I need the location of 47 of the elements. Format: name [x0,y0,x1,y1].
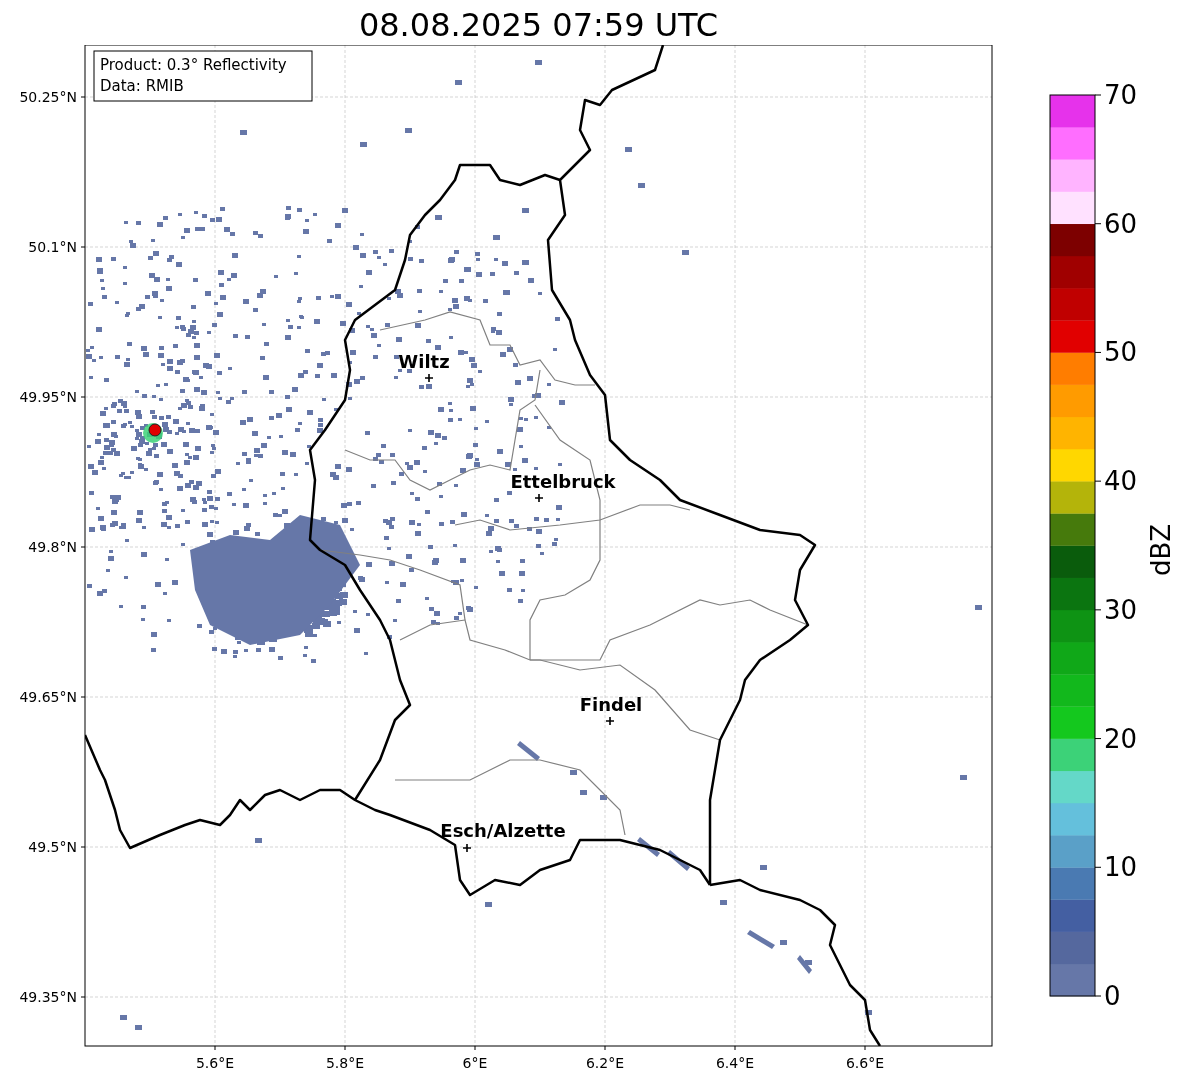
tick-mark [80,696,86,698]
colorbar-tick-label: 0 [1104,981,1121,1011]
info-text: Data: RMIB [100,77,184,95]
city-marker-icon [424,373,434,383]
axis-tick-label: 6.6°E [845,1055,885,1071]
colorbar-tick-label: 50 [1104,337,1138,368]
colorbar-tick-label: 30 [1104,594,1138,625]
axis-tick-label: 49.65°N [19,689,77,705]
axis-tick-label: 49.35°N [19,989,77,1005]
colorbar-tick-label: 70 [1104,80,1138,110]
axis-tick-label: 6.4°E [715,1055,755,1071]
colorbar-tick-label: 10 [1104,852,1138,883]
city-marker-icon [534,493,544,503]
tick-mark [80,396,86,398]
colorbar-tick-label: 40 [1104,466,1138,497]
axis-tick-label: 5.6°E [195,1055,235,1071]
colorbar-label: dBZ [1146,523,1176,577]
axis-tick-label: 5.8°E [325,1055,365,1071]
city-marker-icon [605,716,615,726]
axis-tick-label: 49.8°N [28,539,77,555]
tick-mark [80,846,86,848]
radar-site-icon [143,423,163,443]
city-label: Esch/Alzette [440,820,566,841]
axis-tick-label: 49.95°N [19,389,77,405]
tick-mark [214,1045,216,1051]
axis-tick-label: 6°E [462,1055,488,1071]
colorbar-tick-label: 60 [1104,208,1138,239]
axis-tick-label: 50.1°N [28,239,77,255]
axis-tick-label: 49.5°N [28,839,77,855]
colorbar-tick-label: 20 [1104,723,1138,754]
tick-mark [734,1045,736,1051]
axis-tick-label: 6.2°E [585,1055,625,1071]
info-text: Product: 0.3° Reflectivity [100,56,287,74]
tick-mark [80,546,86,548]
tick-mark [604,1045,606,1051]
city-label: Findel [579,694,643,715]
tick-mark [80,996,86,998]
tick-mark [344,1045,346,1051]
city-label: Ettelbruck [510,471,616,492]
chart-title: 08.08.2025 07:59 UTC [358,9,719,41]
axis-tick-label: 50.25°N [19,89,77,105]
tick-mark [474,1045,476,1051]
tick-mark [864,1045,866,1051]
city-label: Wiltz [398,351,450,372]
tick-mark [80,246,86,248]
tick-mark [80,96,86,98]
city-marker-icon [462,843,472,853]
